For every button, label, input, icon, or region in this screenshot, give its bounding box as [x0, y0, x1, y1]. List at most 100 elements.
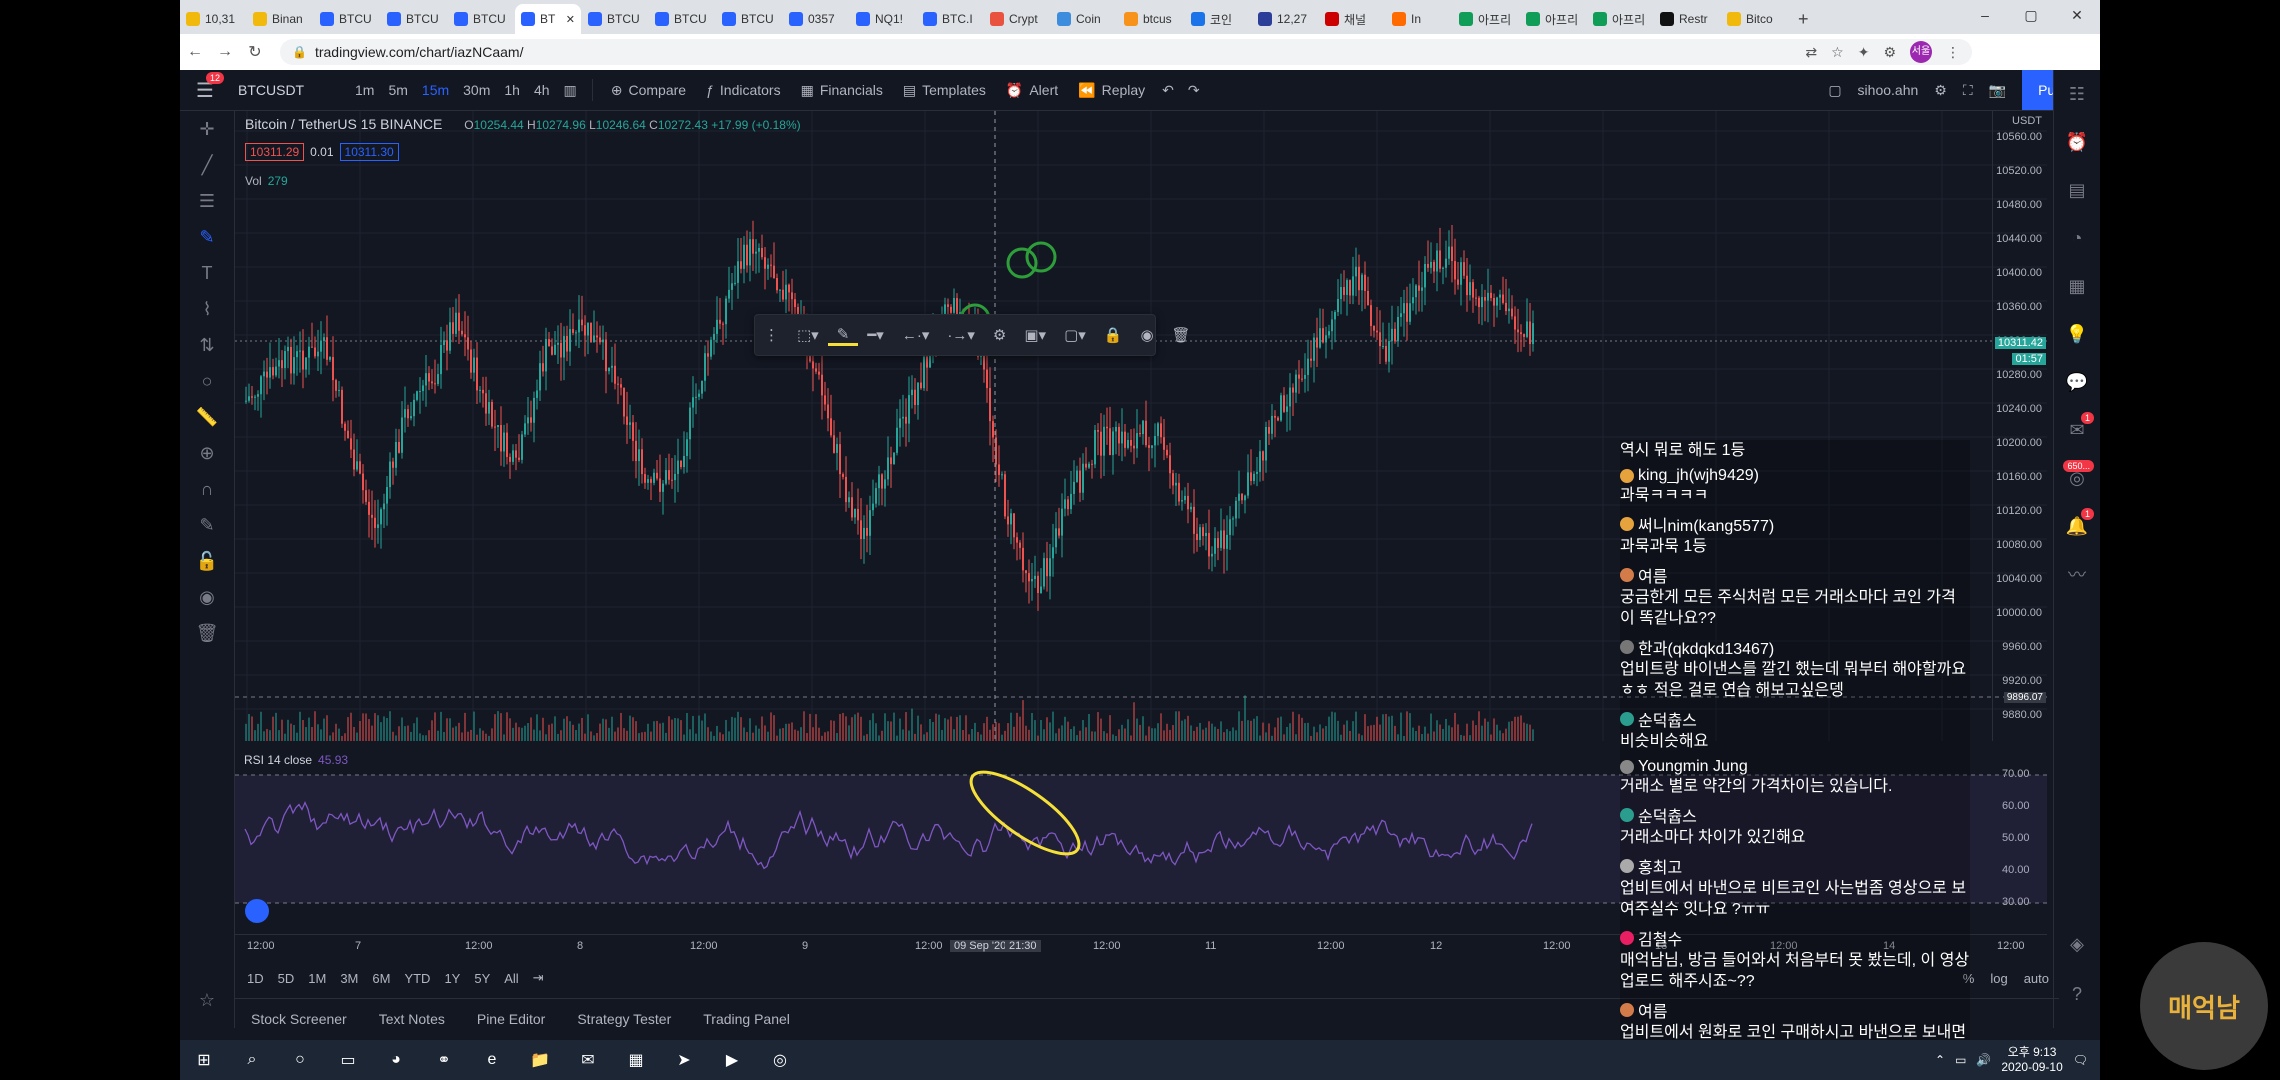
- puzzle-icon[interactable]: ⚙: [1883, 44, 1896, 61]
- range-1y[interactable]: 1Y: [444, 971, 460, 986]
- visibility-icon[interactable]: ▢▾: [1055, 326, 1095, 344]
- translate-icon[interactable]: ⇄: [1805, 44, 1817, 61]
- browser-tab[interactable]: BTCU: [716, 4, 782, 34]
- redo-icon[interactable]: ↷: [1181, 82, 1207, 99]
- buy-price[interactable]: 10311.30: [339, 143, 399, 161]
- browser-tab[interactable]: Bitco: [1721, 4, 1787, 34]
- undo-icon[interactable]: ↶: [1155, 82, 1181, 99]
- browser-tab[interactable]: Crypt: [984, 4, 1050, 34]
- cortana-icon[interactable]: ○: [276, 1040, 324, 1080]
- sell-price[interactable]: 10311.29: [245, 143, 305, 161]
- star-icon[interactable]: ☆: [1831, 44, 1844, 61]
- eye-icon[interactable]: ◉: [180, 579, 234, 615]
- windows-start-icon[interactable]: ⊞: [180, 1040, 228, 1080]
- indicators-button[interactable]: ƒ Indicators: [696, 82, 791, 98]
- streams-icon[interactable]: ◎ 650...: [2054, 454, 2100, 502]
- back-icon[interactable]: ←: [180, 43, 210, 61]
- hide-icon[interactable]: ◉: [1131, 326, 1162, 344]
- chat-icon[interactable]: 💬: [2054, 358, 2100, 406]
- browser-tab[interactable]: 10,31: [180, 4, 246, 34]
- crosshair-icon[interactable]: ✛: [180, 111, 234, 147]
- range-5y[interactable]: 5Y: [474, 971, 490, 986]
- interval-30m[interactable]: 30m: [456, 82, 497, 98]
- browser-tab[interactable]: 채널: [1319, 4, 1385, 34]
- templates-button[interactable]: ▤ Templates: [893, 82, 996, 99]
- help-icon[interactable]: ?: [2054, 970, 2100, 1018]
- depth-icon[interactable]: 〰: [2054, 550, 2100, 598]
- fib-icon[interactable]: ☰: [180, 183, 234, 219]
- app-icon[interactable]: ⚭: [420, 1040, 468, 1080]
- trendline-icon[interactable]: ╱: [180, 147, 234, 183]
- line-color-icon[interactable]: ✎: [827, 325, 859, 346]
- browser-tab[interactable]: 아프리: [1520, 4, 1586, 34]
- interval-5m[interactable]: 5m: [381, 82, 414, 98]
- scale-log[interactable]: log: [1990, 971, 2007, 986]
- ruler-icon[interactable]: 📏: [180, 399, 234, 435]
- hotlist-icon[interactable]: ◔: [2054, 214, 2100, 262]
- alert-button[interactable]: ⏰ Alert: [996, 82, 1068, 99]
- brush-icon[interactable]: ✎: [180, 219, 234, 255]
- line-width-icon[interactable]: ━▾: [858, 326, 893, 344]
- financials-button[interactable]: ▦ Financials: [791, 82, 893, 99]
- replay-button[interactable]: ⏪ Replay: [1068, 82, 1155, 99]
- mail-icon[interactable]: ✉: [564, 1040, 612, 1080]
- minimize-icon[interactable]: –: [1962, 0, 2008, 30]
- avatar[interactable]: 서울: [1910, 41, 1932, 63]
- browser-tab[interactable]: In: [1386, 4, 1452, 34]
- calendar-icon[interactable]: ▦: [2054, 262, 2100, 310]
- prediction-icon[interactable]: ⇅: [180, 327, 234, 363]
- browser-tab[interactable]: Coin: [1051, 4, 1117, 34]
- range-6m[interactable]: 6M: [372, 971, 390, 986]
- url-field[interactable]: 🔒 tradingview.com/chart/iazNCaam/ ⇄ ☆ ✦ …: [280, 39, 1972, 65]
- network-icon[interactable]: ▭: [1955, 1053, 1966, 1067]
- browser-tab[interactable]: 아프리: [1587, 4, 1653, 34]
- browser-tab[interactable]: 아프리: [1453, 4, 1519, 34]
- clock[interactable]: 오후 9:13 2020-09-10: [2001, 1045, 2062, 1075]
- browser-tab[interactable]: BTCU: [649, 4, 715, 34]
- browser-tab[interactable]: btcus: [1118, 4, 1184, 34]
- obs-icon[interactable]: ◎: [756, 1040, 804, 1080]
- browser-tab[interactable]: BTCU: [448, 4, 514, 34]
- ideas-icon[interactable]: 💡: [2054, 310, 2100, 358]
- browser-tab[interactable]: 0357: [783, 4, 849, 34]
- browser-tab[interactable]: 코인: [1185, 4, 1251, 34]
- lock-icon[interactable]: 🔒: [1095, 326, 1132, 344]
- notifications-icon[interactable]: 🗨: [2073, 1053, 2088, 1067]
- zoom-icon[interactable]: ⊕: [180, 435, 234, 471]
- trash-icon[interactable]: 🗑: [180, 615, 234, 651]
- browser-tab[interactable]: BT ✕: [515, 4, 581, 34]
- price-axis[interactable]: USDT 10560.00 10520.00 10480.00 10440.00 1040…: [1992, 111, 2048, 741]
- user-menu[interactable]: sihoo.ahn: [1858, 82, 1919, 98]
- extension-icon[interactable]: ✦: [1858, 44, 1870, 61]
- settings-icon[interactable]: ⚙: [984, 326, 1015, 344]
- volume-icon[interactable]: 🔊: [1976, 1053, 1991, 1067]
- scale-auto[interactable]: auto: [2024, 971, 2049, 986]
- browser-tab[interactable]: Binan: [247, 4, 313, 34]
- line-start-icon[interactable]: ←·▾: [893, 326, 939, 344]
- search-icon[interactable]: ⌕: [228, 1040, 276, 1080]
- browser-tab[interactable]: BTC.I: [917, 4, 983, 34]
- range-5d[interactable]: 5D: [278, 971, 295, 986]
- datawindow-icon[interactable]: ▤: [2054, 166, 2100, 214]
- messages-icon[interactable]: ✉ 1: [2054, 406, 2100, 454]
- interval-1h[interactable]: 1h: [497, 82, 527, 98]
- browser-tab[interactable]: BTCU: [582, 4, 648, 34]
- task-view-icon[interactable]: ▭: [324, 1040, 372, 1080]
- interval-1m[interactable]: 1m: [348, 82, 381, 98]
- compare-button[interactable]: ⊕ Compare: [601, 82, 696, 99]
- telegram-icon[interactable]: ➤: [660, 1040, 708, 1080]
- bottom-tab[interactable]: Stock Screener: [235, 1011, 363, 1027]
- text-icon[interactable]: T: [180, 255, 234, 291]
- close-window-icon[interactable]: ✕: [2054, 0, 2100, 30]
- settings-icon[interactable]: ⚙: [1934, 82, 1947, 99]
- symbol-search[interactable]: BTCUSDT: [230, 82, 348, 98]
- range-1m[interactable]: 1M: [308, 971, 326, 986]
- bottom-tab[interactable]: Pine Editor: [461, 1011, 561, 1027]
- clone-icon[interactable]: ▣▾: [1015, 326, 1055, 344]
- range-1d[interactable]: 1D: [247, 971, 264, 986]
- range-ytd[interactable]: YTD: [404, 971, 430, 986]
- browser-tab[interactable]: BTCU: [314, 4, 380, 34]
- chart-type-icon[interactable]: ▥: [557, 82, 584, 99]
- trash-icon[interactable]: 🗑: [1163, 326, 1200, 344]
- menu-dots-icon[interactable]: ⋮: [1946, 44, 1960, 61]
